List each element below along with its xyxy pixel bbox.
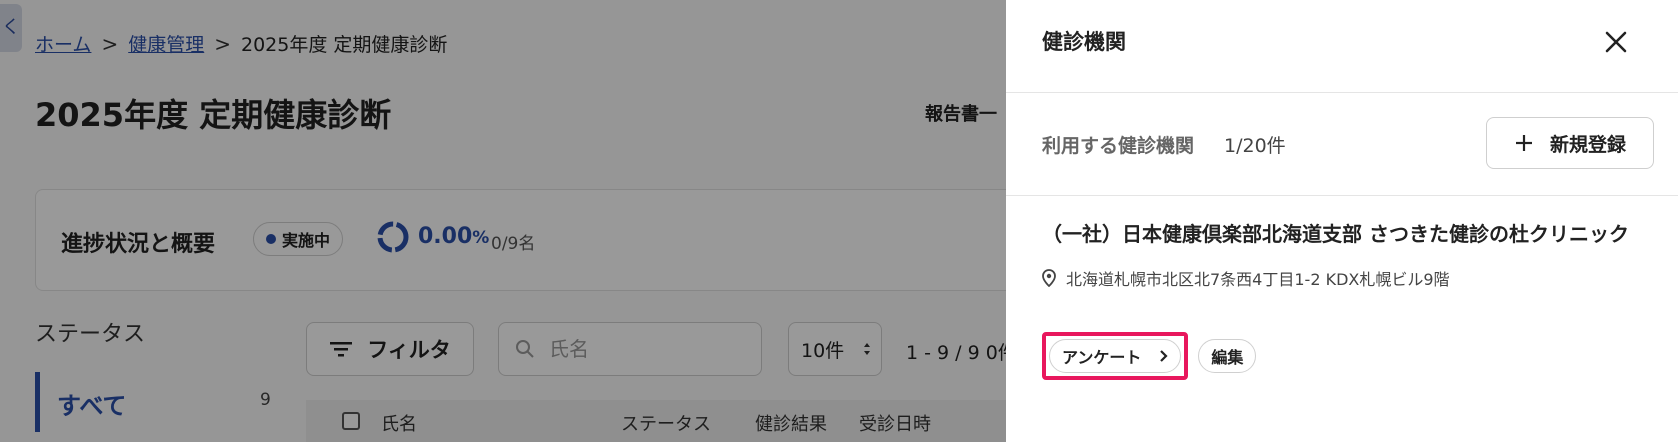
clinic-item: （一社）日本健康倶楽部北海道支部 さつきた健診の杜クリニック 北海道札幌市北区北… [1042, 218, 1642, 380]
clinic-drawer: 健診機関 利用する健診機関 1/20件 新規登録 （一社）日本健康倶楽部北海道支… [1006, 0, 1678, 442]
location-pin-icon [1042, 269, 1056, 287]
clinic-name: （一社）日本健康倶楽部北海道支部 さつきた健診の杜クリニック [1042, 222, 1629, 246]
clinic-count-value: 1/20件 [1224, 135, 1286, 157]
clinic-actions: アンケート 編集 [1042, 332, 1257, 380]
new-registration-label: 新規登録 [1549, 133, 1626, 156]
drawer-title: 健診機関 [1042, 30, 1126, 54]
clinic-count-bar: 利用する健診機関 1/20件 新規登録 [1006, 93, 1678, 196]
clinic-count-label: 利用する健診機関 [1042, 135, 1195, 157]
drawer-header: 健診機関 [1006, 0, 1678, 93]
edit-button[interactable]: 編集 [1198, 339, 1257, 373]
clinic-address-row: 北海道札幌市北区北7条西4丁目1-2 KDX札幌ビル9階 [1042, 266, 1642, 290]
plus-icon [1515, 135, 1532, 151]
clinic-address: 北海道札幌市北区北7条西4丁目1-2 KDX札幌ビル9階 [1066, 270, 1450, 289]
modal-overlay[interactable] [0, 0, 1006, 442]
survey-button[interactable]: アンケート [1049, 339, 1182, 373]
survey-button-highlight: アンケート [1042, 332, 1189, 380]
new-registration-button[interactable]: 新規登録 [1486, 117, 1654, 169]
close-button[interactable] [1596, 22, 1636, 62]
survey-button-label: アンケート [1062, 348, 1142, 367]
close-icon [1605, 31, 1627, 53]
chevron-right-icon [1160, 350, 1168, 362]
